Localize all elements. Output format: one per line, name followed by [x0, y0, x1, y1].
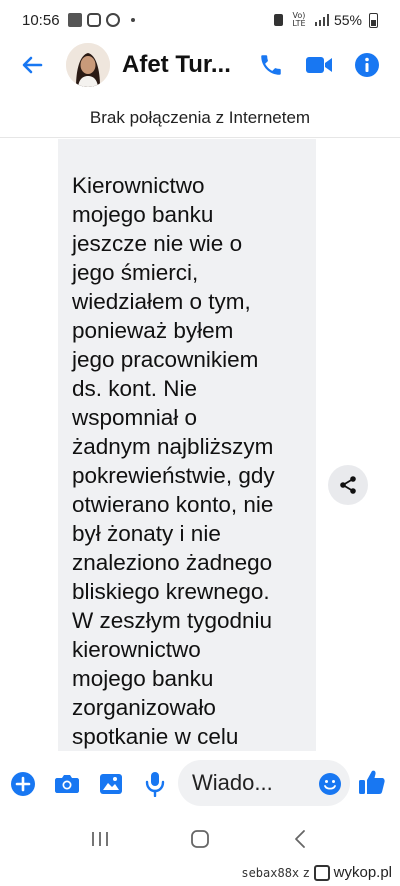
contact-name[interactable]: Afet Tur...: [122, 51, 242, 79]
share-button[interactable]: [328, 465, 368, 505]
share-icon: [340, 476, 356, 494]
instagram-notification-icon: [86, 13, 101, 27]
header-actions: [256, 50, 382, 80]
offline-banner: Brak połączenia z Internetem: [0, 98, 400, 138]
chat-header: Afet Tur...: [0, 40, 400, 90]
app-notification-icon: [105, 13, 120, 27]
avatar[interactable]: [66, 43, 110, 87]
voice-call-button[interactable]: [256, 50, 286, 80]
back-arrow-icon: [22, 56, 43, 74]
system-back-button[interactable]: [280, 819, 320, 859]
phone-icon: [261, 55, 281, 75]
system-nav-bar: [0, 816, 400, 862]
message-bubble[interactable]: Kierownictwo mojego banku jeszcze nie wi…: [58, 139, 316, 751]
message-text: Kierownictwo mojego banku jeszcze nie wi…: [72, 173, 275, 749]
emoji-button[interactable]: [318, 772, 342, 796]
more-actions-button[interactable]: [8, 769, 38, 799]
notification-icons: [67, 13, 135, 27]
chevron-left-icon: [295, 830, 305, 848]
watermark-user: sebax88x: [241, 865, 300, 880]
recent-apps-button[interactable]: [80, 819, 120, 859]
video-call-icon: [306, 57, 332, 73]
status-right: Vo) LTE 55%: [273, 11, 378, 28]
emoji-icon: [319, 773, 341, 795]
thumbs-up-icon: [359, 770, 385, 794]
video-call-button[interactable]: [304, 50, 334, 80]
camera-icon: [55, 775, 79, 793]
status-time: 10:56: [22, 11, 60, 29]
status-bar: 10:56 Vo) LTE 55%: [0, 0, 400, 40]
battery-icon: [369, 12, 378, 28]
battery-percent: 55%: [333, 12, 362, 28]
gallery-icon: [100, 774, 122, 794]
voice-message-button[interactable]: [140, 769, 170, 799]
home-button[interactable]: [180, 819, 220, 859]
info-icon: [355, 53, 379, 77]
wykop-logo-icon: [313, 864, 330, 881]
signal-icon: [314, 14, 329, 26]
watermark: sebax88x z wykop.pl: [241, 864, 392, 881]
avatar-image: [66, 43, 110, 87]
camera-button[interactable]: [52, 769, 82, 799]
watermark-site: wykop.pl: [333, 864, 392, 881]
back-button[interactable]: [10, 43, 54, 87]
volte-label: Vo) LTE: [292, 11, 306, 28]
battery-saver-icon: [273, 14, 283, 26]
more-notifications-dot: [130, 18, 135, 22]
info-button[interactable]: [352, 50, 382, 80]
message-list[interactable]: Kierownictwo mojego banku jeszcze nie wi…: [0, 139, 400, 751]
home-icon: [191, 830, 209, 848]
plus-icon: [11, 772, 35, 796]
microphone-icon: [145, 772, 165, 797]
watermark-z: z: [303, 865, 310, 880]
recent-apps-icon: [92, 832, 108, 846]
gallery-button[interactable]: [96, 769, 126, 799]
gallery-notification-icon: [67, 13, 82, 27]
composer: [0, 752, 400, 816]
like-button[interactable]: [358, 768, 388, 798]
